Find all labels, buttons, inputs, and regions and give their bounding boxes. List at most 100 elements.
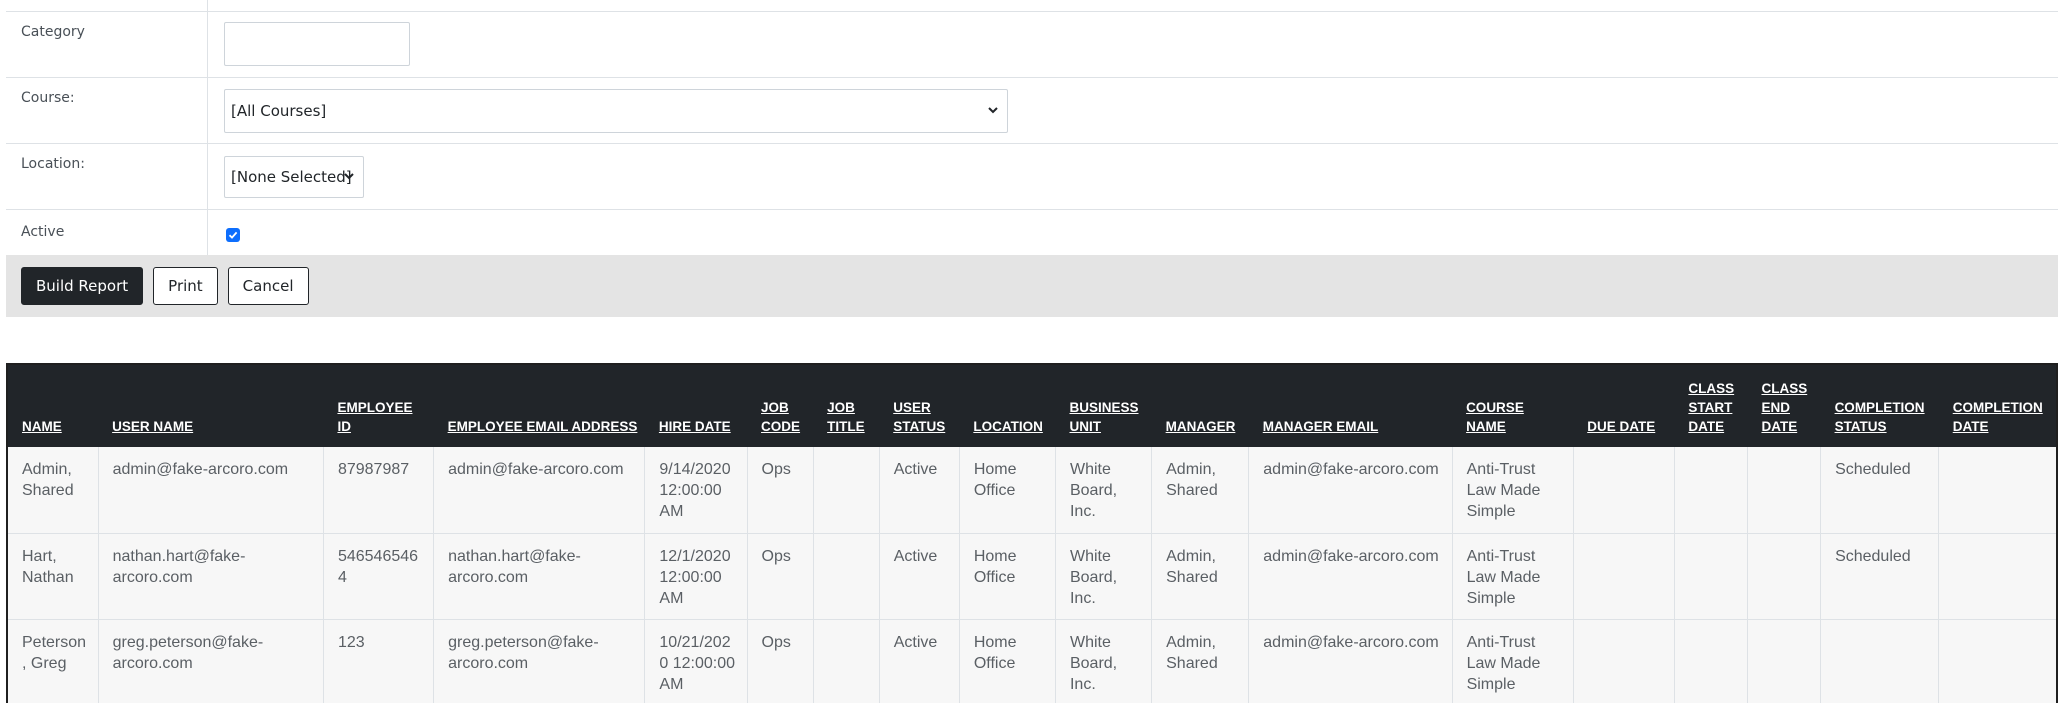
- cell-job-title: [813, 533, 880, 620]
- cell-manager-email: admin@fake-arcoro.com: [1248, 619, 1453, 703]
- cell-name: Admin, Shared: [8, 447, 99, 534]
- table-row: Hart, Nathan nathan.hart@fake-arcoro.com 5…: [8, 533, 2056, 620]
- table-row: Peterson, Greg greg.peterson@fake-arcoro.…: [8, 619, 2056, 703]
- cell-hire-date: 12/1/2020 12:00:00 AM: [644, 533, 748, 620]
- report-results-table: NAME USER NAME EMPLOYEE ID EMPLOYEE EMAIL A…: [6, 363, 2058, 703]
- print-button[interactable]: Print: [153, 267, 218, 305]
- location-select-value: [None Selected]: [231, 168, 352, 186]
- column-header-manager-email[interactable]: MANAGER EMAIL: [1248, 365, 1453, 447]
- column-header-name[interactable]: NAME: [8, 365, 99, 447]
- chevron-down-icon: [988, 107, 998, 114]
- cell-manager: Admin, Shared: [1151, 619, 1250, 703]
- cell-class-start-date: [1674, 533, 1748, 620]
- cell-job-code: Ops: [747, 533, 814, 620]
- cell-business-unit: White Board, Inc.: [1055, 447, 1153, 534]
- cell-job-title: [813, 447, 880, 534]
- category-label: Category: [6, 12, 208, 77]
- form-label-empty: [6, 0, 208, 11]
- cancel-button[interactable]: Cancel: [227, 267, 309, 305]
- column-header-class-end-date[interactable]: CLASS END DATE: [1747, 365, 1821, 447]
- cell-completion-status: Scheduled: [1820, 447, 1940, 534]
- cell-completion-status: [1820, 619, 1940, 703]
- cell-completion-date: [1938, 533, 2056, 620]
- form-row-location: Location: [None Selected]: [6, 144, 2058, 210]
- column-header-business-unit[interactable]: BUSINESS UNIT: [1055, 365, 1152, 447]
- cell-location: Home Office: [959, 533, 1056, 620]
- course-label: Course:: [6, 78, 208, 143]
- table-row: Admin, Shared admin@fake-arcoro.com 879879…: [8, 447, 2056, 534]
- column-header-job-title[interactable]: JOB TITLE: [813, 365, 880, 447]
- column-header-completion-status[interactable]: COMPLETION STATUS: [1820, 365, 1939, 447]
- cell-course-name: Anti-Trust Law Made Simple: [1452, 619, 1574, 703]
- location-select[interactable]: [None Selected]: [224, 156, 364, 198]
- column-header-job-code[interactable]: JOB CODE: [747, 365, 814, 447]
- cell-employee-email: admin@fake-arcoro.com: [433, 447, 646, 534]
- cell-course-name: Anti-Trust Law Made Simple: [1452, 533, 1574, 620]
- cell-name: Hart, Nathan: [8, 533, 99, 620]
- column-header-employee-email[interactable]: EMPLOYEE EMAIL ADDRESS: [433, 365, 645, 447]
- cell-manager-email: admin@fake-arcoro.com: [1248, 447, 1453, 534]
- cell-hire-date: 10/21/2020 12:00:00 AM: [644, 619, 748, 703]
- column-header-employee-id[interactable]: EMPLOYEE ID: [323, 365, 434, 447]
- form-row-course: Course: [All Courses]: [6, 78, 2058, 144]
- table-header-row: NAME USER NAME EMPLOYEE ID EMPLOYEE EMAIL A…: [8, 365, 2056, 447]
- column-header-course-name[interactable]: COURSE NAME: [1452, 365, 1574, 447]
- cell-user-status: Active: [879, 533, 960, 620]
- cell-manager: Admin, Shared: [1151, 447, 1250, 534]
- cell-job-code: Ops: [747, 447, 814, 534]
- cell-user-name: admin@fake-arcoro.com: [98, 447, 324, 534]
- form-row-category: Category: [6, 12, 2058, 78]
- cell-manager-email: admin@fake-arcoro.com: [1248, 533, 1453, 620]
- cell-due-date: [1573, 533, 1675, 620]
- cell-job-code: Ops: [747, 619, 814, 703]
- form-row-top: [6, 0, 2058, 12]
- cell-business-unit: White Board, Inc.: [1055, 619, 1153, 703]
- cell-class-start-date: [1674, 619, 1748, 703]
- report-filter-form: Category Course: [All Courses] Location:…: [6, 0, 2058, 317]
- course-select-value: [All Courses]: [231, 102, 327, 120]
- cell-due-date: [1573, 619, 1675, 703]
- cell-employee-id: 87987987: [323, 447, 435, 534]
- column-header-class-start-date[interactable]: CLASS START DATE: [1674, 365, 1748, 447]
- cell-hire-date: 9/14/2020 12:00:00 AM: [644, 447, 748, 534]
- cell-class-start-date: [1674, 447, 1748, 534]
- cell-employee-id: 123: [323, 619, 435, 703]
- column-header-user-name[interactable]: USER NAME: [98, 365, 324, 447]
- course-select[interactable]: [All Courses]: [224, 89, 1008, 133]
- location-label: Location:: [6, 144, 208, 209]
- cell-job-title: [813, 619, 880, 703]
- cell-user-status: Active: [879, 447, 960, 534]
- active-label: Active: [6, 210, 208, 255]
- column-header-hire-date[interactable]: HIRE DATE: [644, 365, 748, 447]
- cell-course-name: Anti-Trust Law Made Simple: [1452, 447, 1574, 534]
- column-header-due-date[interactable]: DUE DATE: [1573, 365, 1675, 447]
- cell-user-name: greg.peterson@fake-arcoro.com: [98, 619, 324, 703]
- column-header-location[interactable]: LOCATION: [959, 365, 1056, 447]
- column-header-user-status[interactable]: USER STATUS: [879, 365, 960, 447]
- build-report-button[interactable]: Build Report: [21, 267, 144, 305]
- cell-completion-status: Scheduled: [1820, 533, 1940, 620]
- cell-business-unit: White Board, Inc.: [1055, 533, 1153, 620]
- cell-location: Home Office: [959, 447, 1056, 534]
- cell-user-name: nathan.hart@fake-arcoro.com: [98, 533, 324, 620]
- cell-manager: Admin, Shared: [1151, 533, 1250, 620]
- chevron-down-icon: [344, 173, 354, 180]
- cell-employee-email: greg.peterson@fake-arcoro.com: [433, 619, 646, 703]
- cell-due-date: [1573, 447, 1675, 534]
- cell-employee-email: nathan.hart@fake-arcoro.com: [433, 533, 646, 620]
- cell-class-end-date: [1747, 447, 1822, 534]
- category-input[interactable]: [224, 22, 410, 66]
- cell-name: Peterson, Greg: [8, 619, 99, 703]
- form-row-active: Active: [6, 210, 2058, 255]
- cell-class-end-date: [1747, 533, 1822, 620]
- form-button-bar: Build Report Print Cancel: [6, 255, 2058, 317]
- cell-location: Home Office: [959, 619, 1056, 703]
- column-header-manager[interactable]: MANAGER: [1151, 365, 1249, 447]
- cell-completion-date: [1938, 447, 2056, 534]
- active-checkbox[interactable]: [226, 228, 240, 242]
- cell-user-status: Active: [879, 619, 960, 703]
- cell-class-end-date: [1747, 619, 1822, 703]
- column-header-completion-date[interactable]: COMPLETION DATE: [1938, 365, 2056, 447]
- table-body: Admin, Shared admin@fake-arcoro.com 879879…: [8, 447, 2056, 703]
- cell-employee-id: 5465465464: [323, 533, 435, 620]
